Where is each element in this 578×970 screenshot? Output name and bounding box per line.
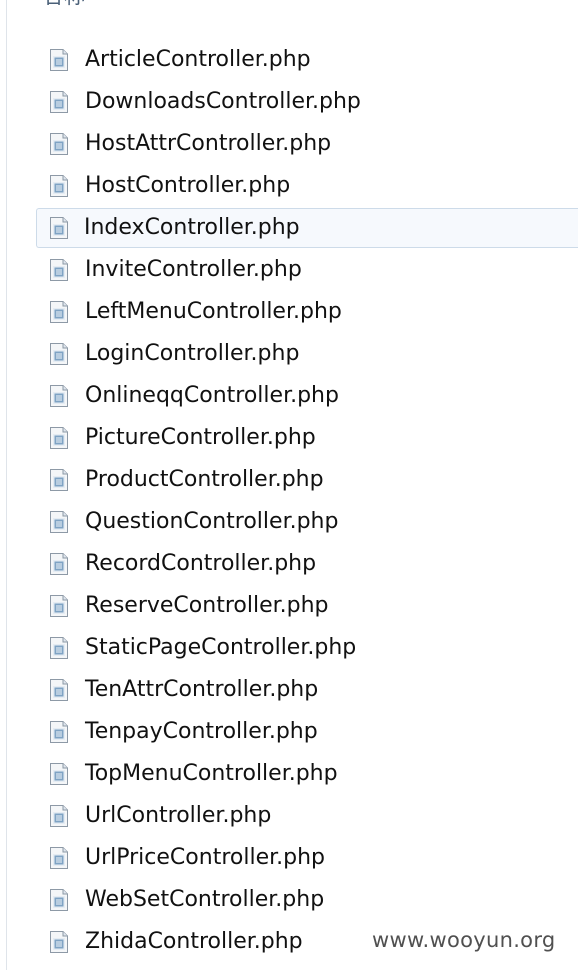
file-row[interactable]: OnlineqqController.php	[0, 375, 578, 417]
php-file-icon	[50, 259, 68, 281]
file-name: LoginController.php	[85, 341, 300, 366]
php-file-icon	[50, 595, 68, 617]
file-row[interactable]: StaticPageController.php	[0, 627, 578, 669]
file-name: StaticPageController.php	[85, 635, 357, 660]
php-file-icon	[50, 427, 68, 449]
file-row[interactable]: ProductController.php	[0, 459, 578, 501]
php-file-icon	[50, 469, 68, 491]
php-file-icon	[50, 931, 68, 953]
file-name: UrlPriceController.php	[85, 845, 325, 870]
file-row[interactable]: InviteController.php	[0, 249, 578, 291]
file-row[interactable]: UrlPriceController.php	[0, 837, 578, 879]
file-name: ProductController.php	[85, 467, 324, 492]
php-file-icon	[50, 637, 68, 659]
file-explorer-pane: 名称 ArticleController.php DownloadsContro…	[0, 0, 578, 970]
file-row[interactable]: TopMenuController.php	[0, 753, 578, 795]
file-row[interactable]: RecordController.php	[0, 543, 578, 585]
file-row[interactable]: ArticleController.php	[0, 39, 578, 81]
php-file-icon	[50, 217, 68, 239]
php-file-icon	[50, 553, 68, 575]
file-name: TenAttrController.php	[85, 677, 319, 702]
php-file-icon	[50, 385, 68, 407]
php-file-icon	[50, 847, 68, 869]
file-name: PictureController.php	[85, 425, 316, 450]
file-name: HostController.php	[85, 173, 291, 198]
file-name: WebSetController.php	[85, 887, 325, 912]
file-name: DownloadsController.php	[85, 89, 361, 114]
file-row[interactable]: PictureController.php	[0, 417, 578, 459]
php-file-icon	[50, 511, 68, 533]
file-row[interactable]: TenAttrController.php	[0, 669, 578, 711]
file-row[interactable]: LeftMenuController.php	[0, 291, 578, 333]
file-name: LeftMenuController.php	[85, 299, 342, 324]
file-row[interactable]: ReserveController.php	[0, 585, 578, 627]
file-name: RecordController.php	[85, 551, 317, 576]
file-name: IndexController.php	[84, 215, 300, 240]
file-row[interactable]: UrlController.php	[0, 795, 578, 837]
php-file-icon	[50, 91, 68, 113]
file-row[interactable]: HostController.php	[0, 165, 578, 207]
file-row[interactable]: IndexController.php	[0, 207, 578, 249]
file-row[interactable]: LoginController.php	[0, 333, 578, 375]
file-row[interactable]: QuestionController.php	[0, 501, 578, 543]
file-name: QuestionController.php	[85, 509, 339, 534]
file-name: UrlController.php	[85, 803, 272, 828]
watermark: www.wooyun.org	[372, 928, 556, 952]
file-name: TopMenuController.php	[85, 761, 338, 786]
file-name: HostAttrController.php	[85, 131, 332, 156]
file-name: ArticleController.php	[85, 47, 311, 72]
file-row[interactable]: TenpayController.php	[0, 711, 578, 753]
file-name: ReserveController.php	[85, 593, 329, 618]
php-file-icon	[50, 889, 68, 911]
php-file-icon	[50, 343, 68, 365]
php-file-icon	[50, 679, 68, 701]
php-file-icon	[50, 721, 68, 743]
file-row[interactable]: WebSetController.php	[0, 879, 578, 921]
php-file-icon	[50, 805, 68, 827]
php-file-icon	[50, 175, 68, 197]
php-file-icon	[50, 49, 68, 71]
name-column-header[interactable]: 名称	[42, 0, 86, 7]
file-row[interactable]: DownloadsController.php	[0, 81, 578, 123]
php-file-icon	[50, 301, 68, 323]
file-name: InviteController.php	[85, 257, 302, 282]
php-file-icon	[50, 133, 68, 155]
php-file-icon	[50, 763, 68, 785]
file-name: TenpayController.php	[85, 719, 318, 744]
file-name: ZhidaController.php	[85, 929, 303, 954]
file-row[interactable]: HostAttrController.php	[0, 123, 578, 165]
file-list: ArticleController.php DownloadsControlle…	[0, 39, 578, 963]
file-name: OnlineqqController.php	[85, 383, 339, 408]
